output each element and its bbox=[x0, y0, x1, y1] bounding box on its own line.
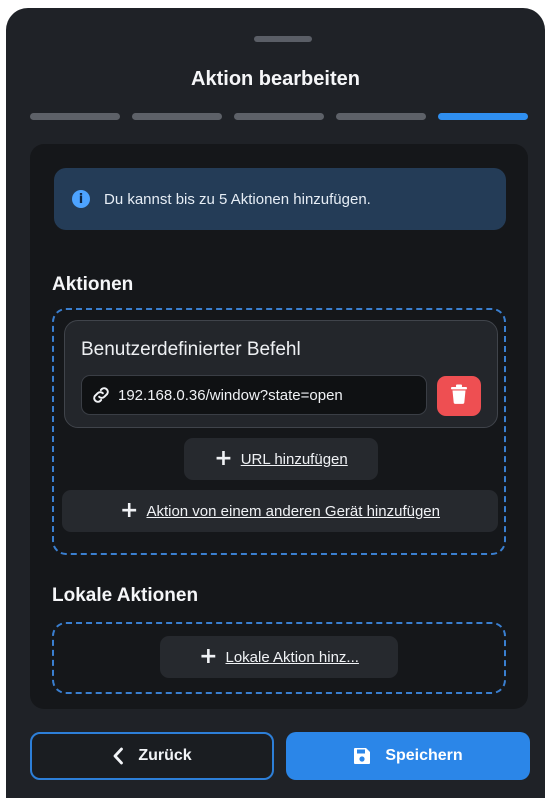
link-icon bbox=[90, 384, 112, 406]
actions-dropzone: Benutzerdefinierter Befehl 192.168.0.36/… bbox=[52, 308, 506, 555]
back-label: Zurück bbox=[138, 747, 192, 764]
edit-action-sheet: Aktion bearbeiten i Du kannst bis zu 5 A… bbox=[6, 8, 545, 798]
info-icon: i bbox=[72, 190, 90, 208]
plus-icon: + bbox=[199, 644, 218, 669]
step-2 bbox=[132, 113, 222, 120]
actions-heading: Aktionen bbox=[52, 274, 134, 295]
back-button[interactable]: Zurück bbox=[30, 732, 274, 780]
plus-icon: + bbox=[120, 498, 139, 523]
url-value: 192.168.0.36/window?state=open bbox=[118, 386, 343, 404]
floppy-disk-icon bbox=[353, 747, 371, 765]
trash-icon bbox=[450, 384, 468, 409]
add-url-button[interactable]: + URL hinzufügen bbox=[184, 438, 378, 480]
chevron-left-icon bbox=[112, 747, 124, 765]
add-local-action-label: Lokale Aktion hinz... bbox=[225, 648, 359, 666]
local-actions-heading: Lokale Aktionen bbox=[52, 585, 199, 606]
delete-action-button[interactable] bbox=[437, 376, 481, 416]
plus-icon: + bbox=[214, 446, 233, 471]
action-title: Benutzerdefinierter Befehl bbox=[81, 339, 301, 360]
drag-handle[interactable] bbox=[254, 36, 312, 42]
dialog-title: Aktion bearbeiten bbox=[191, 68, 360, 90]
add-device-action-button[interactable]: + Aktion von einem anderen Gerät hinzufü… bbox=[62, 490, 498, 532]
save-button[interactable]: Speichern bbox=[286, 732, 530, 780]
add-local-action-button[interactable]: + Lokale Aktion hinz... bbox=[160, 636, 398, 678]
url-input[interactable]: 192.168.0.36/window?state=open bbox=[81, 375, 427, 415]
content-panel: i Du kannst bis zu 5 Aktionen hinzufügen… bbox=[30, 144, 528, 709]
info-banner: i Du kannst bis zu 5 Aktionen hinzufügen… bbox=[54, 168, 506, 230]
save-label: Speichern bbox=[385, 747, 463, 764]
add-url-label: URL hinzufügen bbox=[240, 450, 348, 468]
info-text: Du kannst bis zu 5 Aktionen hinzufügen. bbox=[104, 190, 371, 208]
step-4 bbox=[336, 113, 426, 120]
add-device-action-label: Aktion von einem anderen Gerät hinzufüge… bbox=[146, 502, 440, 520]
step-3 bbox=[234, 113, 324, 120]
local-actions-dropzone: + Lokale Aktion hinz... bbox=[52, 622, 506, 694]
step-progress bbox=[30, 113, 528, 121]
step-5-active bbox=[438, 113, 528, 120]
action-card[interactable]: Benutzerdefinierter Befehl 192.168.0.36/… bbox=[64, 320, 498, 428]
step-1 bbox=[30, 113, 120, 120]
